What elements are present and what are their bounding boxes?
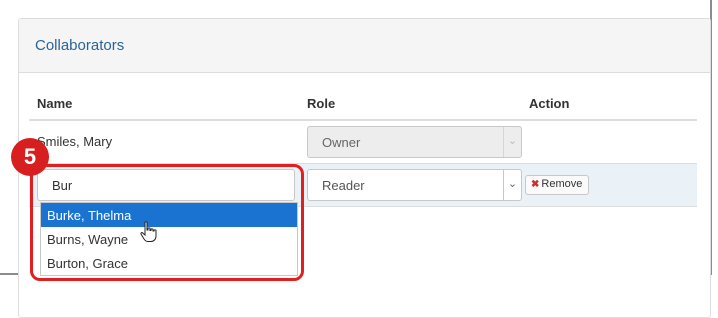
collaborator-search-input[interactable]: Bur: [37, 168, 295, 201]
panel-title: Collaborators: [19, 19, 710, 73]
role-value: Reader: [322, 177, 365, 193]
role-select[interactable]: Reader ⌄: [307, 168, 522, 201]
header-role: Role: [299, 88, 521, 121]
x-icon: ✖: [531, 178, 540, 190]
autocomplete-option[interactable]: Burke, Thelma: [41, 203, 297, 227]
autocomplete-dropdown: Burke, Thelma Burns, Wayne Burton, Grace: [40, 202, 298, 276]
remove-label: Remove: [541, 177, 583, 190]
autocomplete-option[interactable]: Burns, Wayne: [41, 227, 297, 251]
chevron-down-icon: ⌄: [503, 126, 521, 157]
table-row: Smiles, Mary Owner ⌄: [29, 120, 697, 164]
chevron-down-icon[interactable]: ⌄: [503, 169, 521, 200]
hand-pointer-icon: [140, 221, 157, 242]
action-cell-empty: [521, 120, 697, 164]
role-select-disabled: Owner ⌄: [307, 125, 522, 158]
search-value: Bur: [52, 177, 73, 193]
step-number-badge: 5: [11, 138, 49, 176]
role-value: Owner: [322, 134, 361, 150]
remove-button[interactable]: ✖ Remove: [525, 174, 590, 195]
table-row: Bur Reader ⌄ ✖ Remove: [29, 163, 697, 207]
collaborator-name: Smiles, Mary: [29, 120, 299, 164]
header-name: Name: [29, 88, 299, 121]
autocomplete-option[interactable]: Burton, Grace: [41, 251, 297, 275]
header-action: Action: [521, 88, 697, 121]
table-header-row: Name Role Action: [29, 88, 697, 121]
collaborators-table: Name Role Action Smiles, Mary Owner ⌄ Bu…: [29, 88, 697, 207]
